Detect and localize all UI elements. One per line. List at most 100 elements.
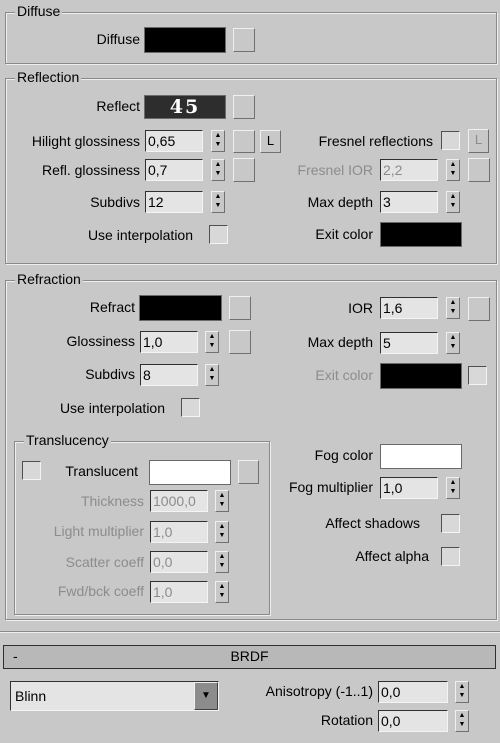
refl-use-interpolation-checkbox[interactable] <box>209 225 228 244</box>
refr-glossiness-input[interactable]: 1,0 <box>140 331 198 353</box>
arrow-up-icon[interactable]: ▲ <box>447 298 459 307</box>
arrow-up-icon[interactable]: ▲ <box>216 582 228 591</box>
fresnel-ior-map-button[interactable] <box>468 158 490 182</box>
refl-max-depth-spinner[interactable]: ▲ ▼ <box>446 191 460 213</box>
refr-max-depth-spinner[interactable]: ▲ ▼ <box>446 332 460 354</box>
hilight-glossiness-spinner[interactable]: ▲ ▼ <box>211 130 225 152</box>
scatter-coeff-input[interactable]: 0,0 <box>150 551 208 573</box>
fog-color-swatch[interactable] <box>380 444 462 469</box>
refr-max-depth-input[interactable]: 5 <box>380 332 438 354</box>
fog-color-label: Fog color <box>314 447 373 463</box>
refr-subdivs-spinner[interactable]: ▲ ▼ <box>205 364 219 386</box>
refl-subdivs-spinner[interactable]: ▲ ▼ <box>211 191 225 213</box>
thickness-input[interactable]: 1000,0 <box>150 490 208 512</box>
arrow-down-icon[interactable]: ▼ <box>206 374 218 383</box>
light-multiplier-spinner[interactable]: ▲ ▼ <box>215 521 229 543</box>
diffuse-map-button[interactable] <box>233 28 255 52</box>
arrow-down-icon[interactable]: ▼ <box>216 561 228 570</box>
arrow-down-icon[interactable]: ▼ <box>216 531 228 540</box>
arrow-down-icon[interactable]: ▼ <box>206 341 218 350</box>
arrow-up-icon[interactable]: ▲ <box>206 365 218 374</box>
affect-alpha-checkbox[interactable] <box>441 547 460 566</box>
refr-gloss-map-button[interactable] <box>229 330 251 354</box>
arrow-up-icon[interactable]: ▲ <box>212 131 224 140</box>
arrow-down-icon[interactable]: ▼ <box>447 201 459 210</box>
ior-spinner[interactable]: ▲ ▼ <box>446 297 460 319</box>
arrow-up-icon[interactable]: ▲ <box>216 522 228 531</box>
arrow-down-icon[interactable]: ▼ <box>212 169 224 178</box>
arrow-up-icon[interactable]: ▲ <box>216 491 228 500</box>
affect-shadows-checkbox[interactable] <box>441 514 460 533</box>
fwd-bck-coeff-input[interactable]: 1,0 <box>150 581 208 603</box>
thickness-spinner[interactable]: ▲ ▼ <box>215 490 229 512</box>
ior-map-button[interactable] <box>468 297 490 321</box>
arrow-down-icon[interactable]: ▼ <box>212 201 224 210</box>
arrow-down-icon[interactable]: ▼ <box>447 169 459 178</box>
hilight-lock-button[interactable]: L <box>260 130 281 153</box>
arrow-down-icon[interactable]: ▼ <box>447 342 459 351</box>
thickness-label: Thickness <box>80 493 144 509</box>
arrow-down-icon[interactable]: ▼ <box>216 500 228 509</box>
refr-subdivs-input[interactable]: 8 <box>140 364 198 386</box>
affect-alpha-label: Affect alpha <box>355 548 429 564</box>
brdf-rollout-header[interactable]: - BRDF <box>3 645 496 669</box>
arrow-up-icon[interactable]: ▲ <box>447 333 459 342</box>
light-multiplier-input[interactable]: 1,0 <box>150 521 208 543</box>
fresnel-reflections-checkbox[interactable] <box>441 131 460 150</box>
refl-subdivs-input[interactable]: 12 <box>145 191 203 213</box>
arrow-down-icon[interactable]: ▼ <box>216 591 228 600</box>
anisotropy-input[interactable]: 0,0 <box>378 681 448 703</box>
arrow-up-icon[interactable]: ▲ <box>447 192 459 201</box>
refract-map-button[interactable] <box>229 296 251 320</box>
arrow-up-icon[interactable]: ▲ <box>447 478 459 487</box>
refr-exit-color-swatch[interactable] <box>380 363 462 389</box>
rotation-spinner[interactable]: ▲ ▼ <box>455 710 469 732</box>
refl-gloss-map-button[interactable] <box>233 158 255 182</box>
arrow-up-icon[interactable]: ▲ <box>456 711 468 720</box>
arrow-down-icon[interactable]: ▼ <box>447 307 459 316</box>
scatter-coeff-spinner[interactable]: ▲ ▼ <box>215 551 229 573</box>
fresnel-ior-input[interactable]: 2,2 <box>380 159 438 181</box>
rotation-input[interactable]: 0,0 <box>378 710 448 732</box>
fog-multiplier-input[interactable]: 1,0 <box>380 477 438 499</box>
reflect-color-swatch[interactable]: 45 <box>144 95 226 119</box>
chevron-down-icon[interactable]: ▼ <box>194 682 218 710</box>
arrow-down-icon[interactable]: ▼ <box>447 487 459 496</box>
arrow-up-icon[interactable]: ▲ <box>447 160 459 169</box>
refr-max-depth-label: Max depth <box>307 334 373 350</box>
arrow-up-icon[interactable]: ▲ <box>456 682 468 691</box>
refr-exit-color-label: Exit color <box>315 367 373 383</box>
refr-exit-color-checkbox[interactable] <box>468 366 487 385</box>
refl-glossiness-input[interactable]: 0,7 <box>145 159 203 181</box>
translucent-color-swatch[interactable] <box>149 460 231 485</box>
refl-max-depth-input[interactable]: 3 <box>380 191 438 213</box>
arrow-up-icon[interactable]: ▲ <box>206 332 218 341</box>
ior-input[interactable]: 1,6 <box>380 297 438 319</box>
arrow-down-icon[interactable]: ▼ <box>212 140 224 149</box>
refr-use-interpolation-checkbox[interactable] <box>181 398 200 417</box>
arrow-down-icon[interactable]: ▼ <box>456 720 468 729</box>
refract-color-swatch[interactable] <box>139 295 222 321</box>
brdf-type-dropdown[interactable]: Blinn ▼ <box>10 681 219 711</box>
reflect-map-button[interactable] <box>233 95 255 119</box>
hilight-map-button[interactable] <box>233 130 255 153</box>
refl-glossiness-label: Refl. glossiness <box>41 162 140 178</box>
hilight-glossiness-input[interactable]: 0,65 <box>145 130 203 152</box>
fresnel-lock-button[interactable]: L <box>468 129 489 153</box>
refr-glossiness-spinner[interactable]: ▲ ▼ <box>205 331 219 353</box>
diffuse-color-swatch[interactable] <box>144 27 226 53</box>
arrow-up-icon[interactable]: ▲ <box>212 192 224 201</box>
anisotropy-spinner[interactable]: ▲ ▼ <box>455 681 469 703</box>
refl-exit-color-swatch[interactable] <box>380 222 462 247</box>
translucent-map-button[interactable] <box>238 460 259 484</box>
fog-multiplier-spinner[interactable]: ▲ ▼ <box>446 477 460 499</box>
refl-exit-color-label: Exit color <box>315 226 373 242</box>
fresnel-ior-spinner[interactable]: ▲ ▼ <box>446 159 460 181</box>
arrow-up-icon[interactable]: ▲ <box>212 160 224 169</box>
fwd-bck-coeff-spinner[interactable]: ▲ ▼ <box>215 581 229 603</box>
refl-glossiness-spinner[interactable]: ▲ ▼ <box>211 159 225 181</box>
refract-label: Refract <box>89 299 135 315</box>
arrow-up-icon[interactable]: ▲ <box>216 552 228 561</box>
arrow-down-icon[interactable]: ▼ <box>456 691 468 700</box>
translucent-checkbox[interactable] <box>22 461 41 480</box>
